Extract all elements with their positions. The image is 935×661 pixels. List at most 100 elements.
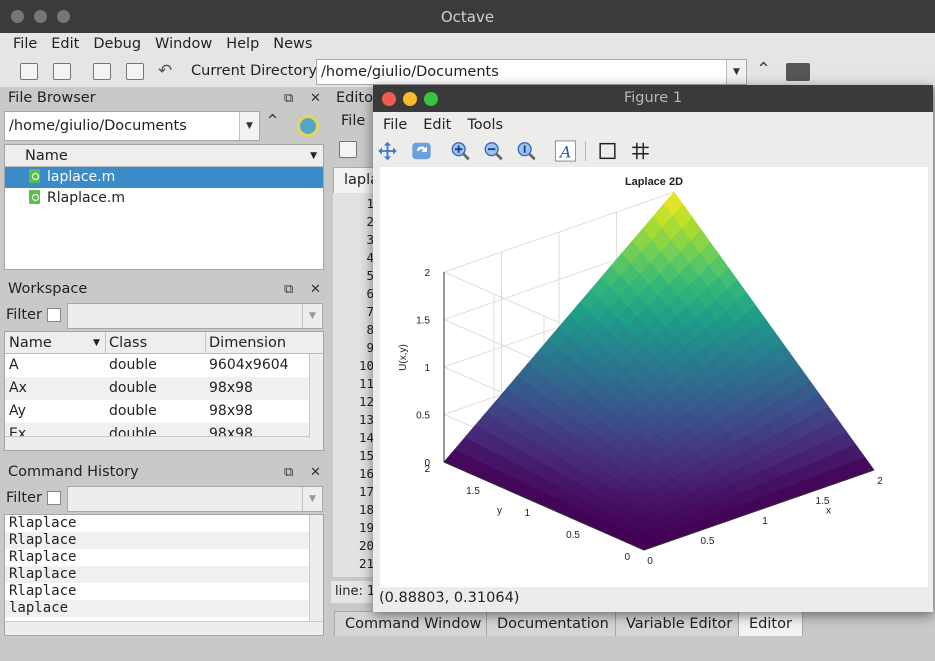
menu-edit[interactable]: Edit [51, 33, 79, 57]
undock-icon[interactable]: ⧉ [284, 282, 293, 297]
menu-debug[interactable]: Debug [93, 33, 141, 57]
file-browser-path[interactable]: /home/giulio/Documents ▼ [4, 111, 260, 141]
chevron-down-icon[interactable]: ▼ [302, 487, 322, 511]
history-list: Rlaplace Rlaplace Rlaplace Rlaplace Rlap… [4, 514, 324, 636]
list-item[interactable]: Rlaplace [5, 549, 323, 566]
cell-dim: 98x98 [209, 403, 253, 419]
figure-menu-edit[interactable]: Edit [423, 112, 451, 137]
octave-file-icon [29, 190, 40, 204]
file-list-header[interactable]: Name ▼ [5, 145, 323, 167]
menu-file[interactable]: File [13, 33, 37, 57]
line-number: 14 [358, 430, 374, 445]
surface-plot[interactable]: 00.511.5200.511.5200.511.52xyU(x,y)Lapla… [380, 167, 928, 587]
zoom-in-icon[interactable] [449, 140, 472, 162]
line-number: 11 [358, 376, 374, 391]
editor-panel: Editor File lapla 1 2 3 4 5 6 7 8 9 10 11 12 13 14 15 1… [331, 87, 379, 609]
workspace-filter-checkbox[interactable] [47, 308, 61, 322]
tab-variable-editor[interactable]: Variable Editor [615, 611, 744, 636]
tab-editor[interactable]: Editor [738, 611, 803, 636]
cell-dim: 98x98 [209, 380, 253, 396]
open-icon[interactable] [53, 63, 71, 80]
file-item[interactable]: laplace.m [5, 167, 323, 188]
list-item[interactable]: Rlaplace [5, 532, 323, 549]
undock-icon[interactable]: ⧉ [284, 91, 293, 106]
horizontal-scrollbar[interactable] [5, 621, 323, 635]
rotate-icon[interactable] [410, 140, 433, 162]
figure-titlebar: Figure 1 [373, 85, 933, 112]
line-number: 8 [366, 322, 374, 337]
list-item[interactable]: Rlaplace [5, 583, 323, 600]
parent-dir-icon[interactable]: ⌃ [756, 59, 771, 80]
parent-dir-icon[interactable]: ⌃ [265, 111, 280, 132]
x-tick-label: 2 [877, 476, 883, 487]
line-number: 12 [358, 394, 374, 409]
line-number: 20 [358, 538, 374, 553]
figure-title: Figure 1 [623, 90, 683, 106]
menu-help[interactable]: Help [226, 33, 259, 57]
table-row[interactable]: Adouble 9604x9604 [5, 354, 323, 377]
file-item[interactable]: Rlaplace.m [5, 188, 323, 209]
vertical-scrollbar[interactable] [309, 354, 323, 438]
chevron-down-icon[interactable]: ▼ [726, 60, 746, 84]
line-number: 3 [366, 232, 374, 247]
close-icon[interactable]: ✕ [310, 465, 321, 480]
horizontal-scrollbar[interactable] [5, 436, 323, 450]
chevron-down-icon[interactable]: ▼ [302, 304, 322, 328]
sort-icon: ▼ [93, 338, 100, 348]
zoom-reset-icon[interactable] [515, 140, 538, 162]
chevron-down-icon[interactable]: ▼ [239, 112, 259, 140]
figure-menu-tools[interactable]: Tools [467, 112, 503, 137]
workspace-filter-input[interactable]: ▼ [67, 303, 323, 329]
text-icon[interactable]: A [554, 140, 577, 162]
editor-tab[interactable]: lapla [333, 167, 379, 193]
editor-menu-file[interactable]: File [341, 113, 365, 129]
line-number: 17 [358, 484, 374, 499]
figure-toolbar: A [373, 137, 933, 165]
table-row[interactable]: Ax double 98x98 [5, 377, 323, 400]
list-item[interactable]: Rlaplace [5, 566, 323, 583]
plot-area[interactable]: 0 0.5 1 1.5 2 0 0.5 1 1.5 2 0 0.5 1 1.5 2 x y U(x,y) Lapla… [380, 167, 928, 587]
settings-icon[interactable] [297, 115, 319, 137]
figure-coords: (0.88803, 0.31064) [379, 590, 520, 606]
cell-name: A [9, 357, 19, 373]
new-script-icon[interactable] [339, 141, 357, 158]
list-item[interactable]: Rlaplace [5, 515, 323, 532]
undock-icon[interactable]: ⧉ [284, 465, 293, 480]
command-history-panel: Command History ⧉ ✕ Filter ▼ Rlaplace Rl… [0, 461, 330, 639]
current-dir-combo[interactable]: /home/giulio/Documents ▼ [316, 59, 747, 85]
table-row[interactable]: Ay double 98x98 [5, 400, 323, 423]
chart-title: Laplace 2D [625, 176, 683, 188]
ws-col-name[interactable]: Name [9, 332, 52, 354]
ws-col-dimension[interactable]: Dimension [209, 332, 286, 354]
browse-folder-icon[interactable] [786, 63, 810, 81]
box-icon[interactable] [596, 140, 619, 162]
grid-icon[interactable] [629, 140, 652, 162]
tab-command-window[interactable]: Command Window [334, 611, 493, 636]
z-tick-label: 2 [424, 268, 430, 279]
figure-menu-file[interactable]: File [383, 112, 407, 137]
close-icon[interactable]: ✕ [310, 282, 321, 297]
vertical-scrollbar[interactable] [309, 515, 323, 621]
editor-status: line: 1 [331, 581, 376, 603]
line-number: 6 [366, 286, 374, 301]
close-icon[interactable]: ✕ [310, 91, 321, 106]
menu-window[interactable]: Window [155, 33, 212, 57]
paste-icon[interactable] [126, 63, 144, 80]
undo-icon[interactable]: ↶ [158, 61, 172, 81]
cell-class: double [109, 357, 157, 373]
figure-window: Figure 1 File Edit Tools A 0 0.5 1 1.5 2 0 0.5… [373, 85, 933, 612]
pan-icon[interactable] [376, 140, 399, 162]
menu-news[interactable]: News [273, 33, 312, 57]
workspace-filter-label: Filter [6, 307, 42, 323]
ws-col-class[interactable]: Class [109, 332, 147, 354]
list-item[interactable]: laplace [5, 600, 323, 617]
z-tick-label: 1.5 [416, 316, 430, 327]
x-tick-label: 0.5 [701, 536, 715, 547]
tab-documentation[interactable]: Documentation [486, 611, 620, 636]
new-script-icon[interactable] [20, 63, 38, 80]
zoom-out-icon[interactable] [482, 140, 505, 162]
history-filter-checkbox[interactable] [47, 491, 61, 505]
line-number: 1 [366, 196, 374, 211]
copy-icon[interactable] [93, 63, 111, 80]
history-filter-input[interactable]: ▼ [67, 486, 323, 512]
